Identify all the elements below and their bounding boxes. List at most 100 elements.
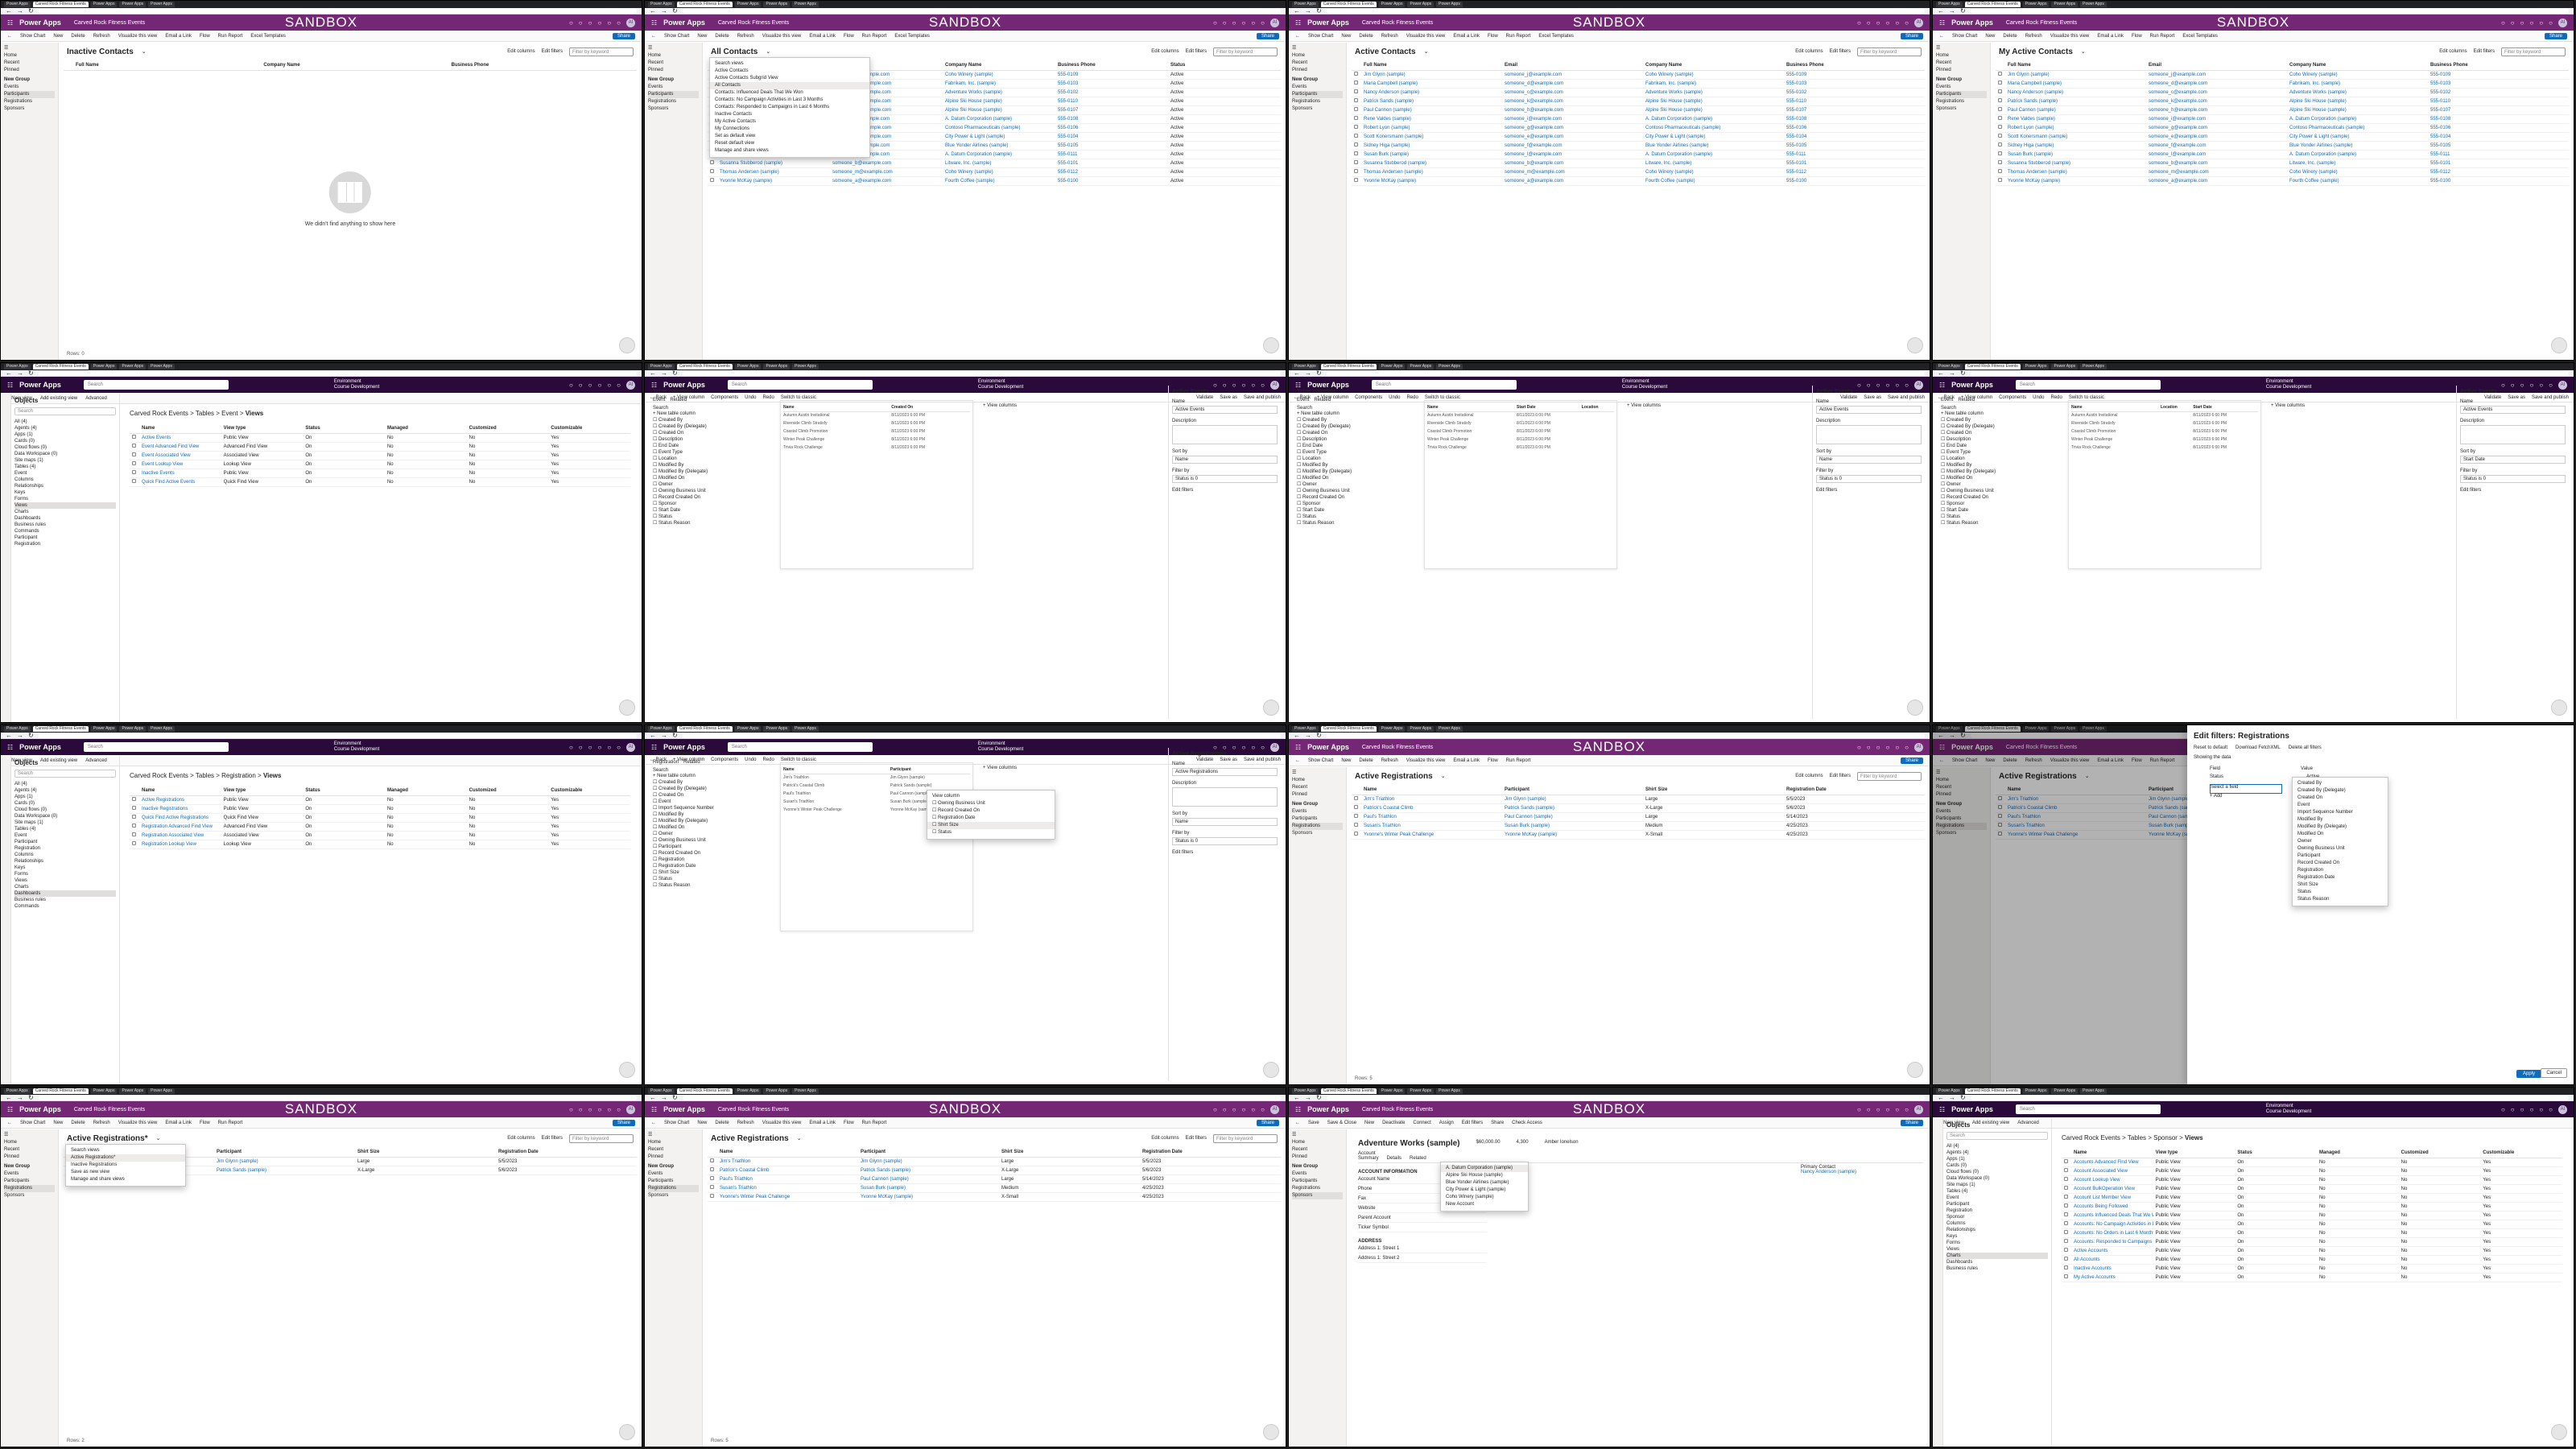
copilot-button[interactable] (2551, 700, 2567, 716)
menu-icon[interactable]: ☰ (1936, 45, 1987, 52)
cell-company[interactable]: Contoso Pharmaceuticals (sample) (2287, 123, 2428, 133)
lookup-option[interactable]: Blue Yonder Airlines (sample) (1441, 1179, 1528, 1187)
row-checkbox[interactable] (710, 1176, 714, 1180)
sitemap-item[interactable]: Pinned (1292, 791, 1343, 799)
command-button[interactable]: Visualize this view (1406, 758, 1446, 763)
cell-phone[interactable]: 555-0107 (1055, 105, 1168, 115)
cell-company[interactable]: Coho Winery (sample) (943, 167, 1055, 177)
row-checkbox[interactable] (1354, 160, 1358, 164)
object-tree-item[interactable]: Cards (0) (1946, 1162, 2048, 1169)
cell-company[interactable]: Litware, Inc. (sample) (2287, 159, 2428, 168)
sort-by-field[interactable]: Name (1816, 456, 1922, 464)
object-tree-item[interactable]: Apps (1) (1946, 1156, 2048, 1162)
command-button[interactable]: Show Chart (20, 1121, 45, 1125)
table-column-item[interactable]: ☐ Created By (653, 417, 759, 423)
cell-email[interactable]: someone_d@example.com (1502, 79, 1643, 89)
object-tree-item[interactable]: Cards (0) (14, 438, 116, 444)
cell-phone[interactable]: 555-0103 (1784, 79, 1925, 89)
copilot-button[interactable] (1907, 337, 1923, 353)
cell-email[interactable]: someone_g@example.com (1502, 123, 1643, 133)
reload-icon[interactable]: ↻ (672, 369, 678, 377)
address-bar[interactable] (682, 733, 1281, 738)
table-row[interactable]: Accounts Being Followed Public View On No No… (2062, 1202, 2562, 1212)
back-arrow-icon[interactable]: ← (1294, 1094, 1300, 1101)
reload-icon[interactable]: ↻ (1316, 1094, 1322, 1101)
lightbulb-icon[interactable]: ○ (579, 1106, 583, 1113)
filter-condition[interactable]: Status is 0 (1172, 475, 1278, 483)
cell-phone[interactable]: 555-0101 (1784, 159, 1925, 168)
sitemap-item-sponsors[interactable]: Sponsors (4, 1192, 55, 1199)
sort-by-field[interactable]: Name (1172, 456, 1278, 464)
user-avatar[interactable]: AI (1270, 1104, 1279, 1114)
select-all-checkbox[interactable] (708, 1147, 717, 1158)
breadcrumb-solution[interactable]: Carved Rock Events > Tables > Registrati… (130, 772, 263, 779)
browser-tab[interactable]: Power Apps (148, 364, 175, 369)
table-column-item[interactable]: ☐ Created By (Delegate) (1297, 423, 1403, 430)
cell-company[interactable]: Alpine Ski House (sample) (2287, 97, 2428, 106)
sitemap-item-sponsors[interactable]: Sponsors (4, 105, 55, 113)
sitemap-item-registrations[interactable]: Registrations (648, 98, 699, 105)
table-column-item[interactable]: ☐ Modified By (Delegate) (653, 469, 759, 475)
share-button[interactable]: Share (1900, 757, 1923, 764)
view-selector[interactable]: Active Registrations* (67, 1134, 148, 1143)
command-button[interactable]: Email a Link (1453, 758, 1480, 763)
preview-column-header[interactable]: Start Date (1516, 403, 1582, 412)
gear-icon[interactable]: ○ (607, 19, 611, 27)
row-checkbox[interactable] (1354, 80, 1358, 85)
cell-email[interactable]: someone_k@example.com (1502, 97, 1643, 106)
table-column-item[interactable]: ☐ Record Created On (653, 494, 759, 501)
table-row[interactable]: Account Associated View Public View On No No… (2062, 1166, 2562, 1176)
forward-arrow-icon[interactable]: → (1305, 732, 1311, 739)
browser-tab[interactable]: Carved Rock Fitness Events (676, 364, 733, 369)
browser-tab[interactable]: Power Apps (1292, 726, 1319, 732)
cell-phone[interactable]: 555-0104 (2428, 132, 2569, 142)
browser-tab[interactable]: Power Apps (1407, 726, 1435, 732)
cell-phone[interactable]: 555-0110 (2428, 97, 2569, 106)
cell-name[interactable]: Sidney Higa (sample) (1361, 141, 1502, 151)
edit-columns-button[interactable]: Edit columns (507, 1136, 535, 1141)
toolbar-button[interactable]: Redo (762, 395, 774, 400)
field-option[interactable]: Import Sequence Number (2293, 809, 2388, 816)
view-name[interactable]: Account Associated View (2071, 1166, 2153, 1176)
cell-phone[interactable]: 555-0106 (1784, 123, 1925, 133)
search-icon[interactable]: ○ (2501, 1106, 2505, 1113)
sitemap-item-sponsors[interactable]: Sponsors (1936, 105, 1987, 113)
cell-phone[interactable]: 555-0100 (1055, 176, 1168, 186)
table-column-item[interactable]: ☐ Modified By (1297, 462, 1403, 469)
edit-filters-button[interactable]: Edit filters (1830, 774, 1851, 778)
popup-column-item[interactable]: ☐ Status (927, 829, 1055, 836)
row-checkbox[interactable] (2064, 1248, 2068, 1252)
table-row[interactable]: Rene Valdes (sample)someone_i@example.co… (1996, 114, 2569, 124)
cell-name[interactable]: Susanna Stubberod (sample) (717, 159, 830, 168)
browser-tab[interactable]: Carved Rock Fitness Events (32, 364, 89, 369)
browser-tab[interactable]: Power Apps (648, 1088, 675, 1094)
help-icon[interactable]: ○ (2549, 19, 2553, 27)
cell-email[interactable]: someone_m@example.com (1502, 167, 1643, 177)
view-column-button[interactable]: + View columns (983, 766, 1017, 770)
row-checkbox[interactable] (1998, 160, 2002, 164)
cell-company[interactable]: Fourth Coffee (sample) (943, 176, 1055, 186)
object-tree-item[interactable]: Registration (1946, 1208, 2048, 1214)
command-button[interactable]: Deactivate (1382, 1121, 1405, 1125)
reload-icon[interactable]: ↻ (1960, 1094, 1966, 1101)
table-column-item[interactable]: ☐ Modified On (1941, 475, 2047, 481)
object-tree-item[interactable]: Charts (14, 884, 116, 890)
cell-email[interactable]: someone_k@example.com (2146, 97, 2287, 106)
table-row[interactable]: Account Lookup View Public View On No No Yes (2062, 1175, 2562, 1185)
filter-icon[interactable]: ○ (1885, 744, 1889, 751)
cell-phone[interactable]: 555-0112 (1055, 167, 1168, 177)
help-icon[interactable]: ○ (1261, 1106, 1265, 1113)
view-name[interactable]: Accounts: No Campaign Activities in Last… (2071, 1220, 2153, 1229)
command-button[interactable]: New (1341, 34, 1351, 39)
tab-table[interactable]: Event (653, 398, 665, 402)
table-row[interactable]: Susanna Stubberod (sample) someone_b@exam… (1996, 159, 2569, 168)
table-row[interactable]: Susan's TriathlonSusan Burk (sample)Medi… (1352, 821, 1925, 831)
lightbulb-icon[interactable]: ○ (579, 744, 583, 751)
address-bar[interactable] (682, 1095, 1281, 1100)
table-row[interactable]: Active Registrations Public View On No No Yes (130, 795, 630, 805)
object-tree-item[interactable]: Registration (14, 541, 116, 547)
view-name[interactable]: Quick Find Active Events (139, 477, 221, 487)
view-column-button[interactable]: + View columns (983, 403, 1017, 408)
app-launcher-icon[interactable]: ☷ (7, 1106, 13, 1113)
column-header[interactable]: Name (2071, 1148, 2153, 1158)
